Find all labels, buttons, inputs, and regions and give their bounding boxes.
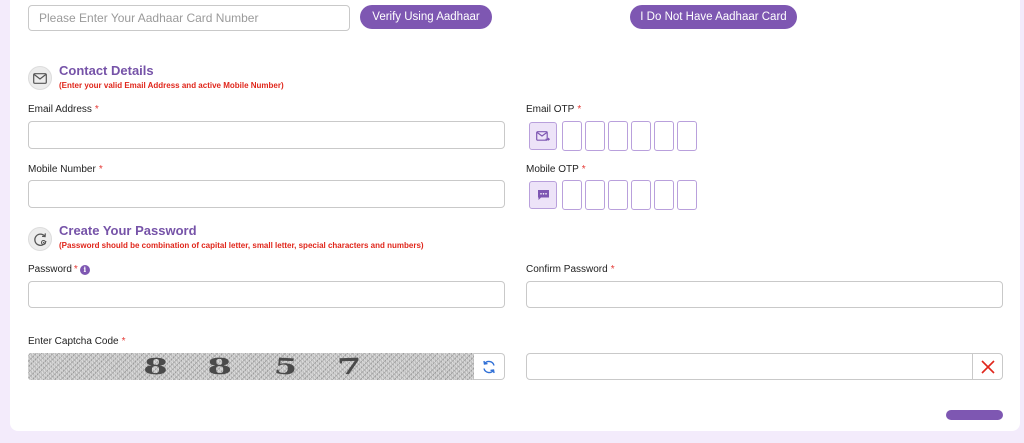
refresh-icon xyxy=(483,360,495,373)
contact-section-note: (Enter your valid Email Address and acti… xyxy=(59,81,284,90)
lock-reset-icon xyxy=(33,232,47,246)
captcha-char-3: 5 xyxy=(272,353,299,380)
contact-section-title: Contact Details xyxy=(59,63,154,78)
confirm-password-label: Confirm Password * xyxy=(526,264,615,275)
password-section-icon xyxy=(28,227,52,251)
mobile-otp-digit-1[interactable] xyxy=(562,180,582,210)
captcha-char-4: 7 xyxy=(336,353,363,380)
mobile-otp-icon xyxy=(529,181,557,209)
email-otp-label: Email OTP * xyxy=(526,104,582,115)
envelope-icon xyxy=(33,72,47,84)
email-otp-digit-6[interactable] xyxy=(677,121,697,151)
confirm-password-input[interactable] xyxy=(526,281,1003,308)
mobile-otp-digit-4[interactable] xyxy=(631,180,651,210)
mobile-input[interactable] xyxy=(28,180,505,208)
password-info-icon[interactable]: i xyxy=(79,264,90,275)
aadhaar-number-input[interactable] xyxy=(28,5,350,31)
captcha-label: Enter Captcha Code * xyxy=(28,336,126,347)
close-icon xyxy=(981,359,995,374)
email-otp-digit-3[interactable] xyxy=(608,121,628,151)
email-otp-digit-5[interactable] xyxy=(654,121,674,151)
chat-message-icon xyxy=(537,190,549,200)
password-label: Password * i xyxy=(28,264,90,275)
email-input[interactable] xyxy=(28,121,505,149)
mobile-otp-digit-6[interactable] xyxy=(677,180,697,210)
mobile-label: Mobile Number * xyxy=(28,164,103,175)
mobile-otp-digit-3[interactable] xyxy=(608,180,628,210)
captcha-char-1: 8 xyxy=(142,353,169,380)
mobile-otp-digit-5[interactable] xyxy=(654,180,674,210)
mobile-otp-digit-2[interactable] xyxy=(585,180,605,210)
contact-section-icon xyxy=(28,66,52,90)
mail-send-icon xyxy=(536,130,550,141)
captcha-clear-button[interactable] xyxy=(972,353,1003,380)
password-section-note: (Password should be combination of capit… xyxy=(59,241,424,250)
captcha-char-2: 8 xyxy=(206,353,233,380)
email-label: Email Address * xyxy=(28,104,99,115)
captcha-input[interactable] xyxy=(526,353,1003,380)
submit-button[interactable] xyxy=(946,410,1003,420)
no-aadhaar-button[interactable]: I Do Not Have Aadhaar Card xyxy=(630,5,797,29)
captcha-image: 8 8 5 7 xyxy=(28,353,474,380)
email-otp-digit-4[interactable] xyxy=(631,121,651,151)
verify-aadhaar-button[interactable]: Verify Using Aadhaar xyxy=(360,5,492,29)
email-otp-digit-1[interactable] xyxy=(562,121,582,151)
captcha-refresh-button[interactable] xyxy=(474,353,505,380)
password-input[interactable] xyxy=(28,281,505,308)
email-otp-digit-2[interactable] xyxy=(585,121,605,151)
password-section-title: Create Your Password xyxy=(59,223,197,238)
mobile-otp-label: Mobile OTP * xyxy=(526,164,586,175)
email-otp-icon xyxy=(529,122,557,150)
